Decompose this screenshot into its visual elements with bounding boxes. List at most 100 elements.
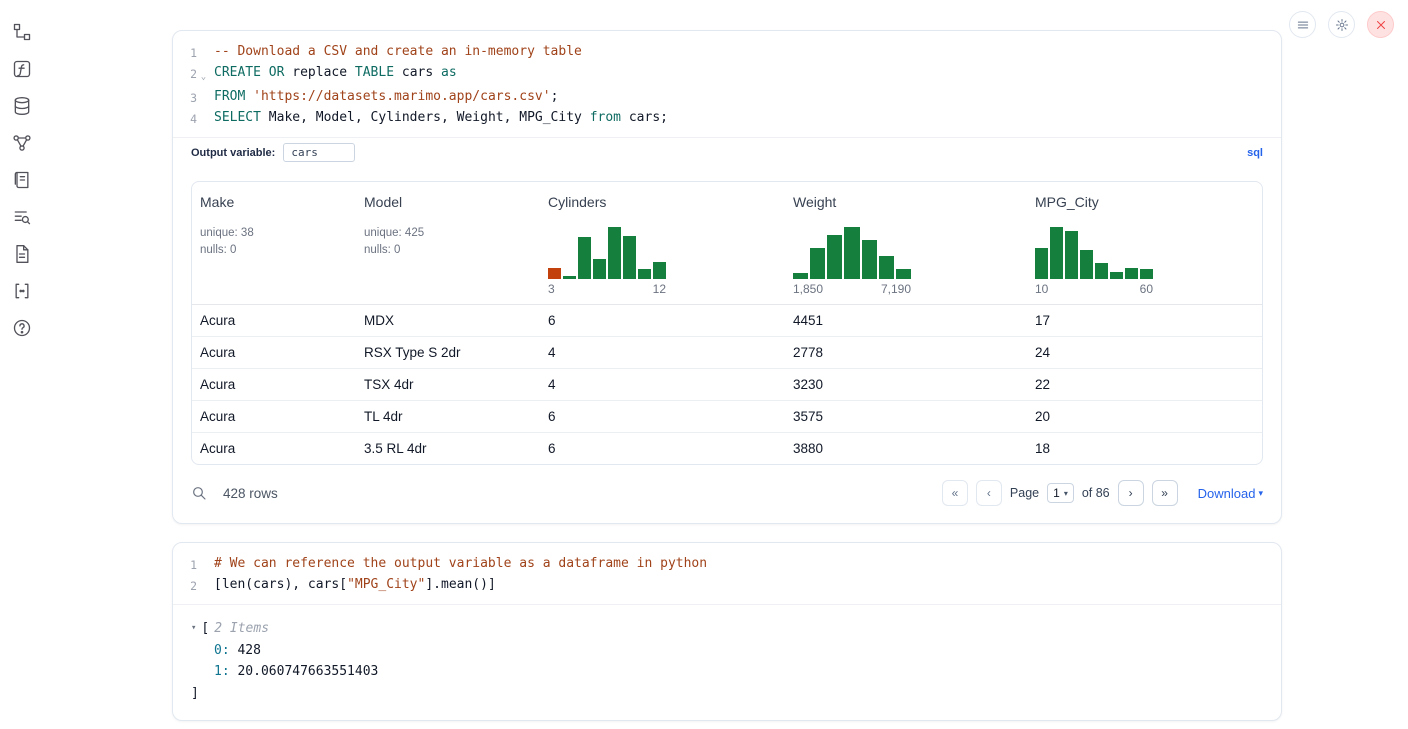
code-line: 4SELECT Make, Model, Cylinders, Weight, … (173, 108, 1267, 129)
output-tree-head: ▾ [ 2 Items (191, 618, 1263, 640)
table-header: Makeunique: 38nulls: 0Modelunique: 425nu… (192, 182, 1262, 305)
function-icon[interactable] (10, 57, 34, 81)
table-cell: 24 (1027, 337, 1262, 368)
histogram-bar[interactable] (608, 227, 621, 279)
prev-page-button[interactable]: ‹ (976, 480, 1002, 506)
histogram-bar[interactable] (827, 235, 842, 279)
chevron-down-icon: ▾ (1258, 488, 1263, 499)
code-line: 3 FROM 'https://datasets.marimo.app/cars.… (173, 87, 1267, 108)
histogram-bar[interactable] (879, 256, 894, 279)
download-label: Download (1198, 486, 1256, 501)
code-text: -- Download a CSV and create an in-memor… (210, 42, 582, 63)
line-number: 3 (173, 87, 197, 108)
column-name[interactable]: Weight (793, 194, 1019, 210)
histogram-bar[interactable] (1125, 268, 1138, 279)
row-count: 428 rows (223, 486, 278, 501)
document-icon[interactable] (10, 242, 34, 266)
histogram-bar[interactable] (1080, 250, 1093, 279)
histogram-bar[interactable] (548, 268, 561, 279)
column-name[interactable]: Cylinders (548, 194, 777, 210)
file-tree-icon[interactable] (10, 20, 34, 44)
histogram-bar[interactable] (810, 248, 825, 279)
histogram-bar[interactable] (1035, 248, 1048, 279)
python-output: ▾ [ 2 Items 0: 4281: 20.060747663551403 … (173, 604, 1281, 720)
histogram[interactable] (793, 227, 911, 279)
histogram-bar[interactable] (1050, 227, 1063, 279)
sql-editor[interactable]: 1-- Download a CSV and create an in-memo… (173, 31, 1281, 137)
marimo-app: 1 -- Download a CSV and create an in-memo… (0, 0, 1408, 729)
menu-button[interactable] (1289, 11, 1316, 38)
histogram-bar[interactable] (1095, 263, 1108, 279)
first-page-button[interactable]: « (942, 480, 968, 506)
next-page-button[interactable]: › (1118, 480, 1144, 506)
histogram-bar[interactable] (623, 236, 636, 279)
histogram[interactable] (1035, 227, 1153, 279)
download-button[interactable]: Download▾ (1198, 486, 1263, 501)
histogram-bar[interactable] (1140, 269, 1153, 279)
table-cell: 4 (540, 337, 785, 368)
python-editor[interactable]: 1 # We can reference the output variable … (173, 543, 1281, 604)
histogram-range: 1060 (1035, 282, 1153, 296)
code-text: SELECT Make, Model, Cylinders, Weight, M… (210, 108, 668, 129)
logs-search-icon[interactable] (10, 205, 34, 229)
column-name[interactable]: Model (364, 194, 532, 210)
histogram-bar[interactable] (563, 276, 576, 279)
table-footer: 428 rows « ‹ Page 1▾ of 86 › » Download▾ (173, 465, 1281, 523)
code-text: [len(cars), cars["MPG_City"].mean()] (210, 575, 496, 596)
code-text: # We can reference the output variable a… (210, 554, 707, 575)
database-icon[interactable] (10, 94, 34, 118)
table-row[interactable]: AcuraTL 4dr6357520 (192, 400, 1262, 432)
table-cell: MDX (356, 305, 540, 336)
histogram-bar[interactable] (896, 269, 911, 279)
table-cell: 20 (1027, 401, 1262, 432)
table-row[interactable]: AcuraRSX Type S 2dr4277824 (192, 336, 1262, 368)
histogram-bar[interactable] (1065, 231, 1078, 279)
column-histogram: 1,8507,190 (793, 227, 911, 296)
python-cell: 1 # We can reference the output variable … (172, 542, 1282, 721)
table-row[interactable]: AcuraMDX6445117 (192, 305, 1262, 336)
help-icon[interactable] (10, 316, 34, 340)
histogram[interactable] (548, 227, 666, 279)
notebook-icon[interactable] (10, 168, 34, 192)
last-page-button[interactable]: » (1152, 480, 1178, 506)
histogram-bar[interactable] (578, 237, 591, 279)
code-text: FROM 'https://datasets.marimo.app/cars.c… (210, 87, 558, 108)
histogram-bar[interactable] (844, 227, 859, 279)
output-item: 1: 20.060747663551403 (214, 661, 1263, 683)
column-header: Cylinders312 (540, 182, 785, 304)
search-icon[interactable] (191, 485, 207, 501)
fold-gutter (197, 575, 210, 596)
variables-icon[interactable] (10, 279, 34, 303)
sidebar (0, 0, 44, 340)
table-row[interactable]: Acura3.5 RL 4dr6388018 (192, 432, 1262, 464)
fold-gutter (197, 554, 210, 575)
column-header: Weight 1,8507,190 (785, 182, 1027, 304)
settings-button[interactable] (1328, 11, 1355, 38)
page-select[interactable]: 1▾ (1047, 483, 1074, 503)
fold-gutter (197, 108, 210, 129)
dependency-graph-icon[interactable] (10, 131, 34, 155)
histogram-bar[interactable] (638, 269, 651, 279)
item-value: 428 (230, 643, 261, 658)
output-variable-input[interactable]: cars (283, 143, 355, 162)
column-name[interactable]: MPG_City (1035, 194, 1254, 210)
histogram-bar[interactable] (793, 273, 808, 279)
collapse-chevron-icon[interactable]: ▾ (191, 618, 196, 640)
code-line: 1-- Download a CSV and create an in-memo… (173, 42, 1267, 63)
histogram-bar[interactable] (653, 262, 666, 279)
table-row[interactable]: AcuraTSX 4dr4323022 (192, 368, 1262, 400)
table-cell: 3.5 RL 4dr (356, 433, 540, 464)
column-name[interactable]: Make (200, 194, 348, 210)
line-number: 1 (173, 554, 197, 575)
histogram-bar[interactable] (593, 259, 606, 279)
table-cell: 4451 (785, 305, 1027, 336)
item-index: 1: (214, 664, 230, 679)
histogram-bar[interactable] (862, 240, 877, 279)
table-cell: Acura (192, 369, 356, 400)
topbar-controls (1289, 11, 1394, 38)
output-tree-items: 0: 4281: 20.060747663551403 (191, 640, 1263, 683)
shutdown-button[interactable] (1367, 11, 1394, 38)
fold-chevron-icon[interactable]: ⌄ (197, 63, 210, 87)
histogram-bar[interactable] (1110, 272, 1123, 279)
table-cell: 3230 (785, 369, 1027, 400)
